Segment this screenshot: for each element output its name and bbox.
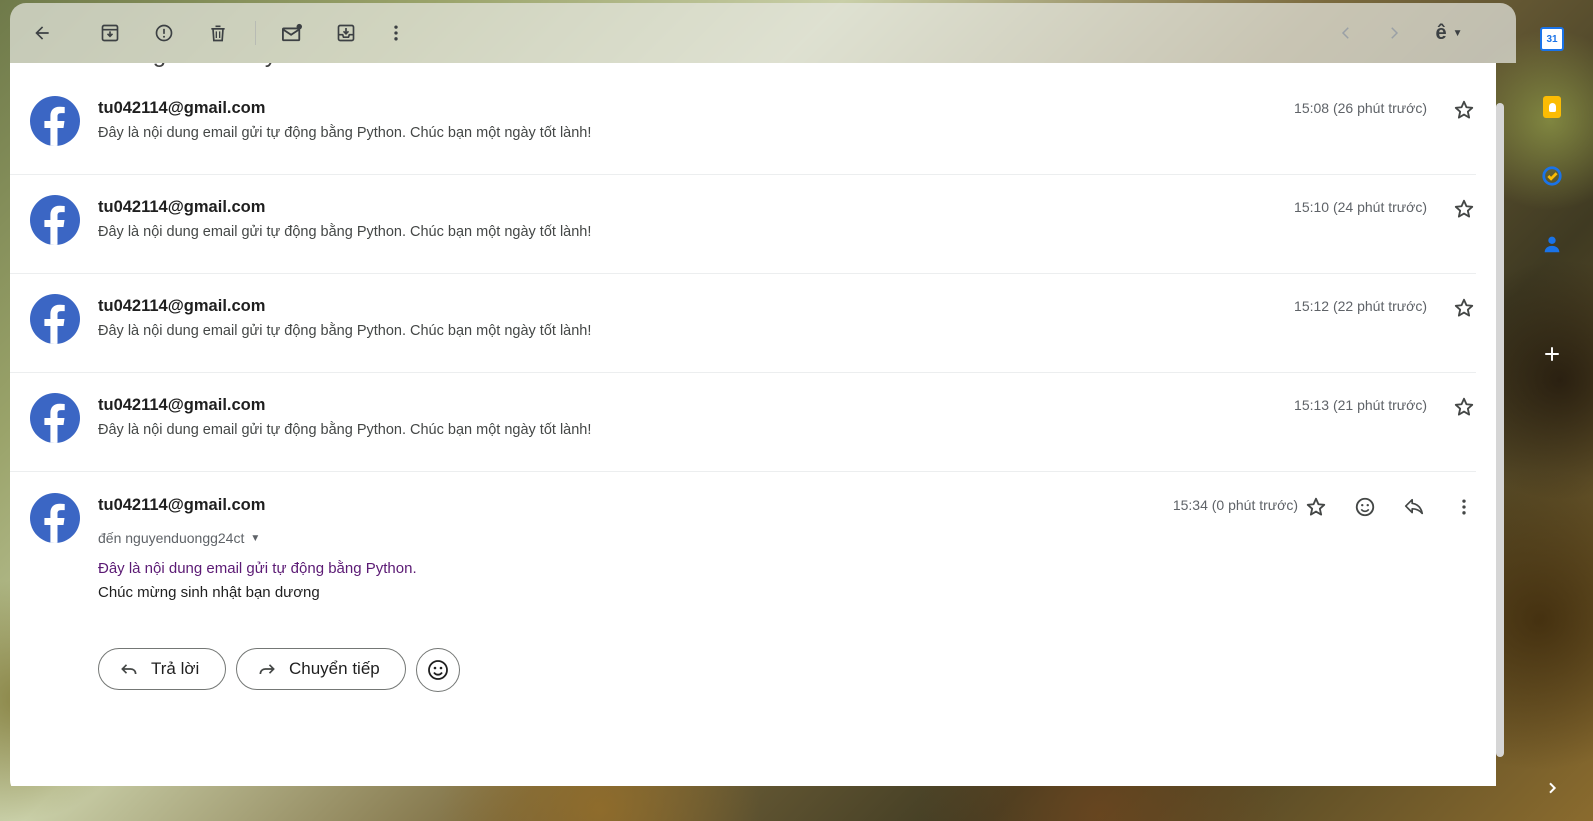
star-icon [1454, 397, 1474, 416]
sender-email: tu042114@gmail.com [98, 99, 266, 117]
add-app-button[interactable] [1540, 342, 1564, 366]
forward-icon [259, 664, 275, 675]
plus-icon [1545, 347, 1559, 361]
message-time: 15:10 (24 phút trước) [1294, 199, 1427, 215]
arrow-left-icon [35, 26, 49, 40]
mail-window: ê ▼ Thông báo từ Python tu042114@gmail.c… [10, 3, 1516, 796]
facebook-logo-icon [44, 205, 65, 245]
reply-pill-button[interactable]: Trả lời [98, 648, 226, 690]
toolbar-divider [255, 21, 256, 45]
mark-unread-icon [282, 23, 302, 42]
message-time: 15:34 (0 phút trước) [1172, 497, 1298, 513]
facebook-logo-icon [44, 503, 65, 543]
avatar [30, 493, 80, 543]
archive-button[interactable] [94, 17, 126, 49]
star-button[interactable] [1302, 493, 1330, 521]
contacts-icon [1544, 236, 1560, 253]
collapsed-message[interactable]: tu042114@gmail.com Đây là nội dung email… [10, 75, 1476, 175]
newer-button[interactable] [1330, 17, 1362, 49]
avatar [30, 393, 80, 443]
input-tools-label: ê [1435, 21, 1447, 44]
report-spam-button[interactable] [148, 17, 180, 49]
calendar-icon: 31 [1540, 27, 1564, 51]
recipient-details[interactable]: đến nguyenduongg24ct ▼ [98, 530, 260, 546]
reply-label: Trả lời [151, 659, 200, 678]
chevron-down-icon: ▼ [1452, 27, 1463, 39]
sender-email: tu042114@gmail.com [98, 496, 266, 514]
move-to-button[interactable] [330, 17, 362, 49]
facebook-logo-icon [44, 403, 65, 443]
star-icon [1306, 497, 1326, 516]
message-time: 15:08 (26 phút trước) [1294, 100, 1427, 116]
more-vert-icon [1462, 499, 1466, 515]
star-button[interactable] [1450, 195, 1478, 223]
message-more-button[interactable] [1450, 493, 1478, 521]
facebook-logo-icon [44, 304, 65, 344]
tasks-app-button[interactable] [1540, 164, 1564, 188]
archive-icon [101, 24, 119, 42]
more-vert-icon [394, 25, 398, 41]
star-button[interactable] [1450, 393, 1478, 421]
keep-app-button[interactable] [1540, 95, 1564, 119]
avatar [30, 96, 80, 146]
caret-down-icon: ▼ [250, 532, 261, 544]
recipient-label: đến nguyenduongg24ct [98, 530, 245, 546]
keep-icon [1543, 96, 1561, 118]
scrollbar[interactable] [1496, 103, 1504, 757]
sender-email: tu042114@gmail.com [98, 396, 266, 414]
toolbar: ê ▼ [10, 3, 1516, 63]
message-body-line: Chúc mừng sinh nhật bạn dương [98, 584, 320, 601]
message-body-line: Đây là nội dung email gửi tự động bằng P… [98, 560, 417, 577]
add-reaction-button[interactable] [1351, 493, 1379, 521]
calendar-app-button[interactable]: 31 [1540, 27, 1564, 51]
reply-icon [121, 664, 137, 675]
message-snippet: Đây là nội dung email gửi tự động bằng P… [98, 323, 592, 339]
delete-button[interactable] [202, 17, 234, 49]
facebook-logo-icon [44, 106, 65, 146]
star-icon [1454, 298, 1474, 317]
emoji-reaction-button[interactable] [416, 648, 460, 692]
tasks-icon [1542, 166, 1562, 186]
input-tools-button[interactable]: ê ▼ [1424, 17, 1474, 49]
back-button[interactable] [26, 17, 58, 49]
report-spam-icon [155, 24, 173, 42]
forward-label: Chuyển tiếp [289, 659, 380, 678]
star-icon [1454, 199, 1474, 218]
thread-content: Thông báo từ Python tu042114@gmail.com Đ… [10, 63, 1496, 786]
message-time: 15:13 (21 phút trước) [1294, 397, 1427, 413]
message-snippet: Đây là nội dung email gửi tự động bằng P… [98, 422, 592, 438]
avatar [30, 195, 80, 245]
message-snippet: Đây là nội dung email gửi tự động bằng P… [98, 224, 592, 240]
reply-button[interactable] [1400, 493, 1428, 521]
chevron-right-icon [1549, 782, 1557, 794]
chevron-left-icon [1341, 27, 1349, 39]
collapsed-message[interactable]: tu042114@gmail.com Đây là nội dung email… [10, 372, 1476, 472]
forward-pill-button[interactable]: Chuyển tiếp [236, 648, 406, 690]
sender-email: tu042114@gmail.com [98, 297, 266, 315]
contacts-app-button[interactable] [1540, 232, 1564, 256]
avatar [30, 294, 80, 344]
chevron-right-icon [1391, 27, 1399, 39]
message-snippet: Đây là nội dung email gửi tự động bằng P… [98, 125, 592, 141]
emoji-icon [1355, 497, 1375, 517]
star-button[interactable] [1450, 294, 1478, 322]
show-side-panel-button[interactable] [1540, 776, 1564, 800]
star-icon [1454, 100, 1474, 119]
more-options-button[interactable] [380, 17, 412, 49]
collapsed-message[interactable]: tu042114@gmail.com Đây là nội dung email… [10, 174, 1476, 274]
move-to-icon [337, 24, 355, 42]
star-button[interactable] [1450, 96, 1478, 124]
collapsed-message[interactable]: tu042114@gmail.com Đây là nội dung email… [10, 273, 1476, 373]
reply-icon [1404, 498, 1424, 515]
mark-unread-button[interactable] [276, 17, 308, 49]
emoji-icon [428, 660, 448, 680]
trash-icon [211, 25, 225, 42]
message-time: 15:12 (22 phút trước) [1294, 298, 1427, 314]
sender-email: tu042114@gmail.com [98, 198, 266, 216]
older-button[interactable] [1378, 17, 1410, 49]
side-panel: 31 [1530, 0, 1593, 821]
